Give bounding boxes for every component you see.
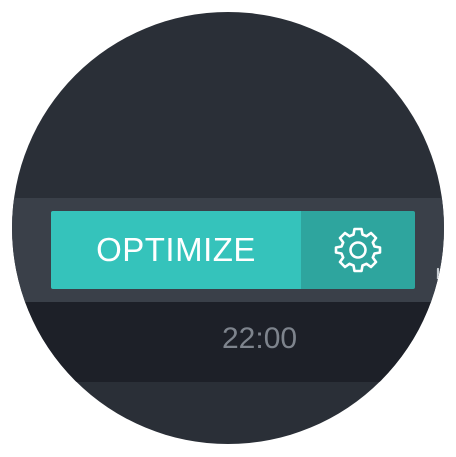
optimize-button[interactable]: OPTIMIZE [51, 211, 301, 289]
optimize-settings-button[interactable] [301, 211, 415, 289]
optimize-button-label: OPTIMIZE [96, 231, 256, 268]
time-label: :00 [12, 322, 38, 355]
gear-icon [334, 227, 382, 273]
timeline-axis: :00 22:00 [12, 302, 444, 382]
zoomed-viewport: OPTIMIZE :00 22:00 [12, 12, 444, 444]
time-label: 22:00 [222, 322, 298, 355]
arrow-collapse-icon[interactable] [434, 260, 444, 282]
optimize-button-group: OPTIMIZE [51, 211, 415, 289]
